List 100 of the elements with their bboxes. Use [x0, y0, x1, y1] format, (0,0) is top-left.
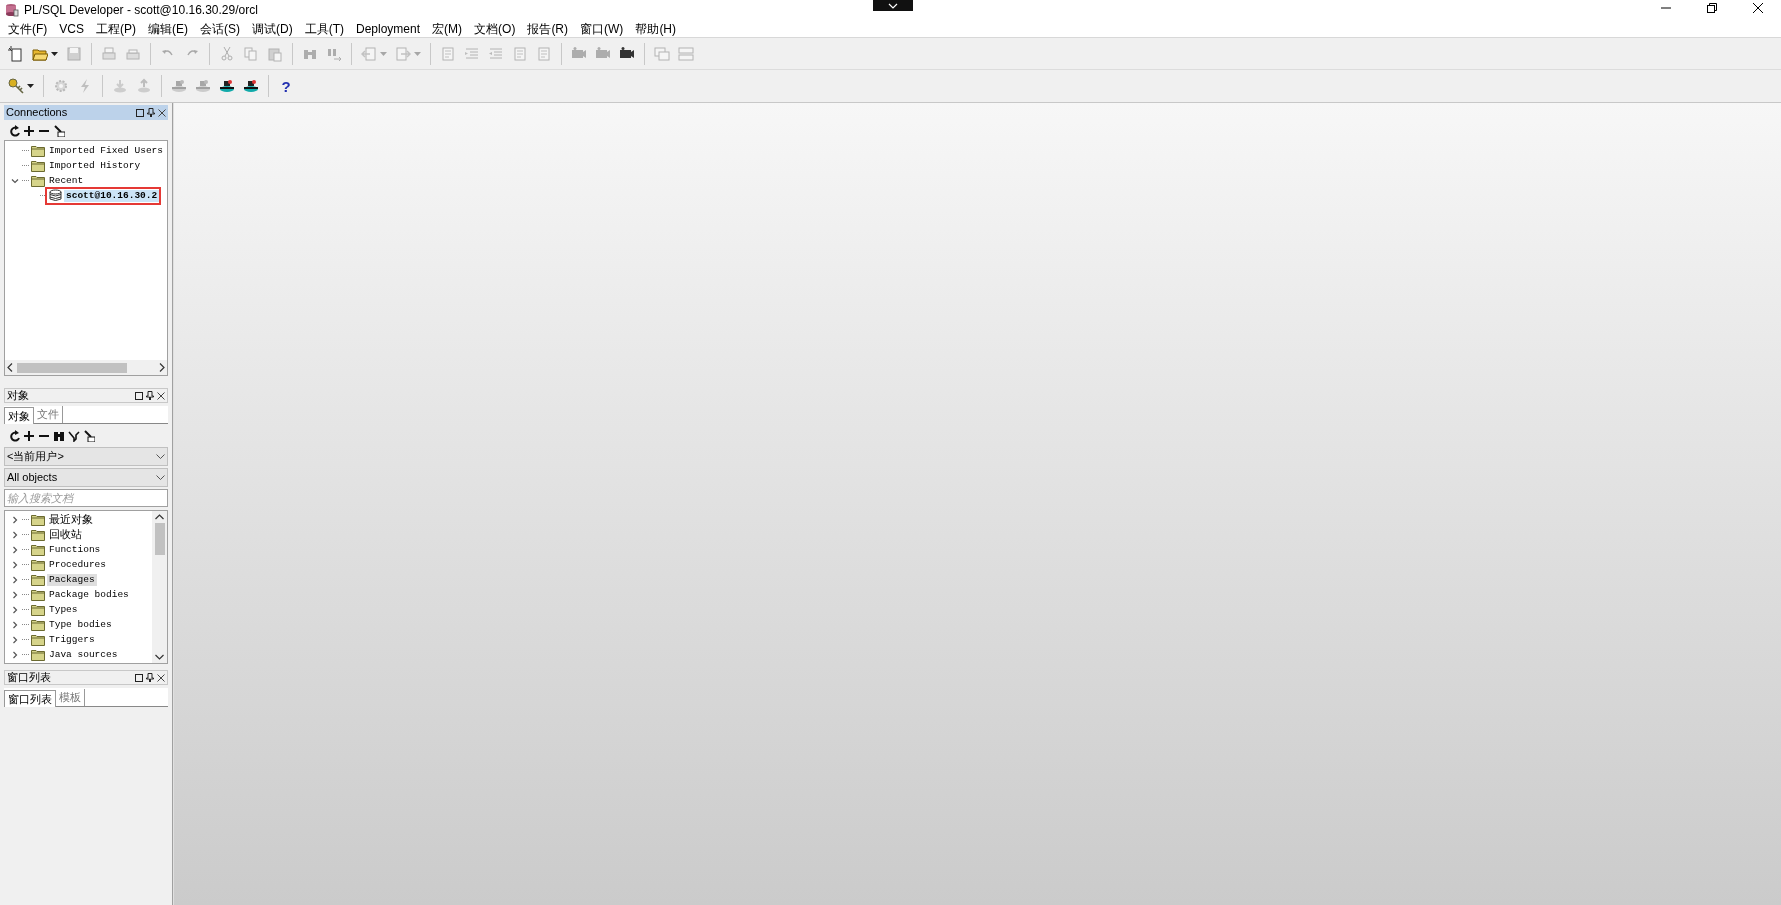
scissors-icon	[219, 45, 235, 62]
dropdown-field[interactable]: <当前用户>	[4, 447, 168, 466]
panel-title: Connections	[6, 105, 69, 121]
chevron-right-icon[interactable]	[11, 605, 19, 614]
tree-item[interactable]: 最近对象	[47, 513, 95, 526]
database-up-icon	[136, 78, 152, 94]
chevron-down-icon[interactable]	[11, 176, 19, 185]
scrollbar-thumb[interactable]	[17, 362, 127, 373]
folder-icon	[31, 648, 45, 661]
menu-item[interactable]: 文件(F)	[2, 19, 54, 38]
scrollbar-thumb[interactable]	[154, 523, 165, 555]
folder-icon	[31, 543, 45, 556]
document-icon	[536, 45, 552, 62]
menu-item[interactable]: Deployment	[350, 19, 427, 38]
chevron-down-icon	[888, 2, 898, 9]
funnel-icon[interactable]	[68, 430, 80, 442]
indent-icon	[464, 45, 480, 62]
tree-item[interactable]: Packages	[47, 573, 97, 586]
panel-title: 窗口列表	[7, 670, 52, 686]
folder-icon	[31, 618, 45, 631]
page-icon	[8, 45, 24, 62]
menu-item[interactable]: 宏(M)	[426, 19, 469, 38]
chevron-right-icon[interactable]	[11, 575, 19, 584]
pin-icon[interactable]	[147, 108, 155, 117]
outdent-icon	[488, 45, 504, 62]
tree-item[interactable]: Procedures	[47, 558, 108, 571]
tab[interactable]: 窗口列表	[4, 690, 56, 707]
tree-item[interactable]: Imported Fixed Users	[47, 144, 166, 157]
chevron-right-icon[interactable]	[11, 620, 19, 629]
tree-item[interactable]: 回收站	[47, 528, 84, 541]
cascade-windows-icon	[654, 45, 670, 62]
scroll-right-icon[interactable]	[159, 363, 165, 372]
scroll-left-icon[interactable]	[7, 363, 13, 372]
chevron-right-icon[interactable]	[11, 590, 19, 599]
dropdown-tab[interactable]	[873, 0, 913, 11]
folder-icon	[31, 573, 45, 586]
key-icon	[8, 78, 24, 94]
menu-item[interactable]: 会话(S)	[194, 19, 246, 38]
scroll-down-icon[interactable]	[155, 654, 164, 660]
float-icon[interactable]	[135, 391, 143, 400]
menu-item[interactable]: 报告(R)	[521, 19, 575, 38]
document-icon	[440, 45, 456, 62]
gear-icon	[53, 78, 69, 94]
vertical-scrollbar[interactable]	[152, 511, 167, 663]
copy-icon	[243, 45, 259, 62]
menu-item[interactable]: VCS	[53, 19, 90, 38]
folder-icon	[31, 558, 45, 571]
printer-icon	[101, 45, 117, 62]
add-icon[interactable]	[23, 430, 35, 442]
folder-icon	[31, 513, 45, 526]
tree-item[interactable]: Recent	[47, 174, 86, 187]
chevron-right-icon[interactable]	[11, 635, 19, 644]
tree-item[interactable]: Type bodies	[47, 618, 114, 631]
folder-icon	[31, 603, 45, 616]
folder-icon	[31, 174, 45, 187]
menu-item[interactable]: 帮助(H)	[629, 19, 683, 38]
scroll-up-icon[interactable]	[155, 514, 164, 520]
chevron-right-icon[interactable]	[11, 650, 19, 659]
dropdown-field[interactable]: All objects	[4, 468, 168, 487]
folder-icon	[31, 588, 45, 601]
tree-item[interactable]: Java sources	[47, 648, 120, 661]
horizontal-scrollbar[interactable]	[5, 360, 167, 375]
refresh-icon[interactable]	[8, 125, 20, 137]
tree-item[interactable]: Functions	[47, 543, 103, 556]
clipboard-icon	[267, 45, 283, 62]
close-icon[interactable]	[157, 391, 165, 400]
search-field[interactable]: 输入搜索文档	[4, 489, 168, 507]
tree-item[interactable]: scott@10.16.30.2	[64, 189, 160, 202]
chevron-right-icon[interactable]	[11, 545, 19, 554]
panel-title: 对象	[7, 388, 30, 404]
menu-item[interactable]: 窗口(W)	[574, 19, 630, 38]
folder-icon	[31, 528, 45, 541]
menu-item[interactable]: 工具(T)	[298, 19, 350, 38]
menu-item[interactable]: 编辑(E)	[142, 19, 194, 38]
chevron-down-icon	[156, 454, 165, 459]
menu-item[interactable]: 调试(D)	[246, 19, 299, 38]
toolbar-button[interactable]: ?	[274, 74, 298, 98]
refresh-icon[interactable]	[8, 430, 20, 442]
close-icon[interactable]	[158, 108, 166, 117]
tree-item[interactable]: Types	[47, 603, 80, 616]
chevron-right-icon[interactable]	[11, 530, 19, 539]
float-icon[interactable]	[136, 108, 144, 117]
chevron-down-icon	[156, 475, 165, 480]
tree-item[interactable]: Imported History	[47, 159, 143, 172]
pin-icon[interactable]	[146, 673, 154, 682]
tab[interactable]: 对象	[4, 407, 34, 424]
chevron-right-icon[interactable]	[11, 560, 19, 569]
menu-item[interactable]: 文档(O)	[468, 19, 522, 38]
menu-item[interactable]: 工程(P)	[90, 19, 142, 38]
add-icon[interactable]	[23, 125, 35, 137]
pin-icon[interactable]	[146, 391, 154, 400]
tab[interactable]: 文件	[34, 406, 63, 423]
window-title: PL/SQL Developer - scott@10.16.30.29/orcl	[24, 2, 258, 19]
tree-item[interactable]: Package bodies	[47, 588, 131, 601]
chevron-right-icon[interactable]	[11, 515, 19, 524]
tab[interactable]: 模板	[56, 689, 85, 706]
restore-icon	[1707, 3, 1717, 13]
tree-item[interactable]: Triggers	[47, 633, 97, 646]
float-icon[interactable]	[135, 673, 143, 682]
close-icon[interactable]	[157, 673, 165, 682]
